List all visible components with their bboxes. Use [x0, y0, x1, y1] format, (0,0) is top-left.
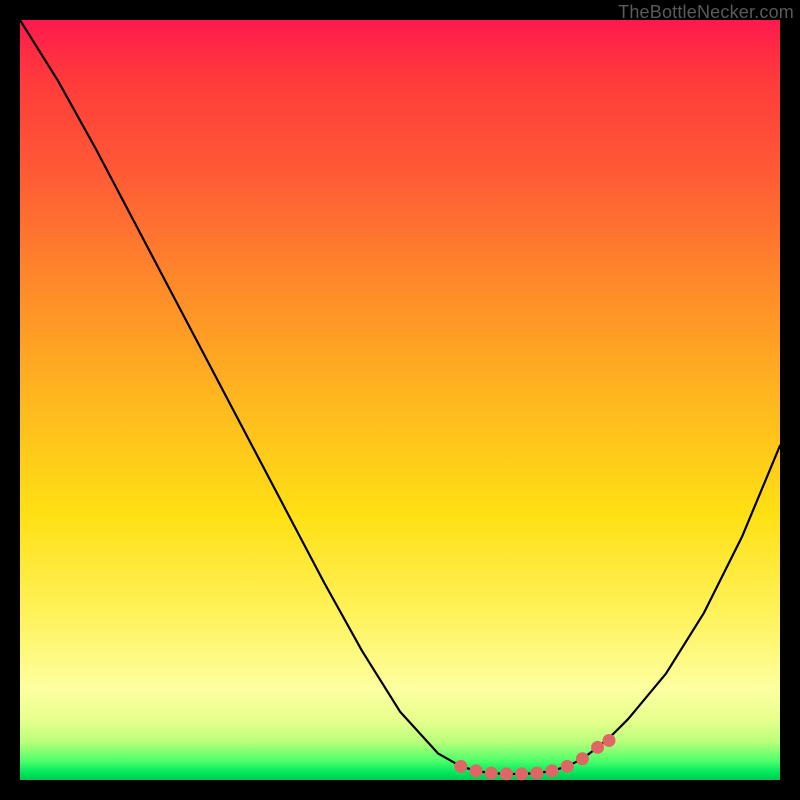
optimal-marker [485, 767, 498, 780]
optimal-marker [561, 760, 574, 773]
optimal-marker [454, 760, 467, 773]
optimal-marker [515, 767, 528, 780]
plot-area [20, 20, 780, 780]
watermark-text: TheBottleNecker.com [618, 2, 794, 23]
optimal-marker [500, 767, 513, 780]
optimal-range-markers [454, 734, 615, 780]
optimal-marker [546, 764, 559, 777]
optimal-marker [470, 764, 483, 777]
optimal-marker [530, 767, 543, 780]
optimal-marker [591, 741, 604, 754]
bottleneck-curve [20, 20, 780, 774]
chart-frame: TheBottleNecker.com [0, 0, 800, 800]
optimal-marker [603, 734, 616, 747]
curve-layer [20, 20, 780, 780]
optimal-marker [576, 752, 589, 765]
